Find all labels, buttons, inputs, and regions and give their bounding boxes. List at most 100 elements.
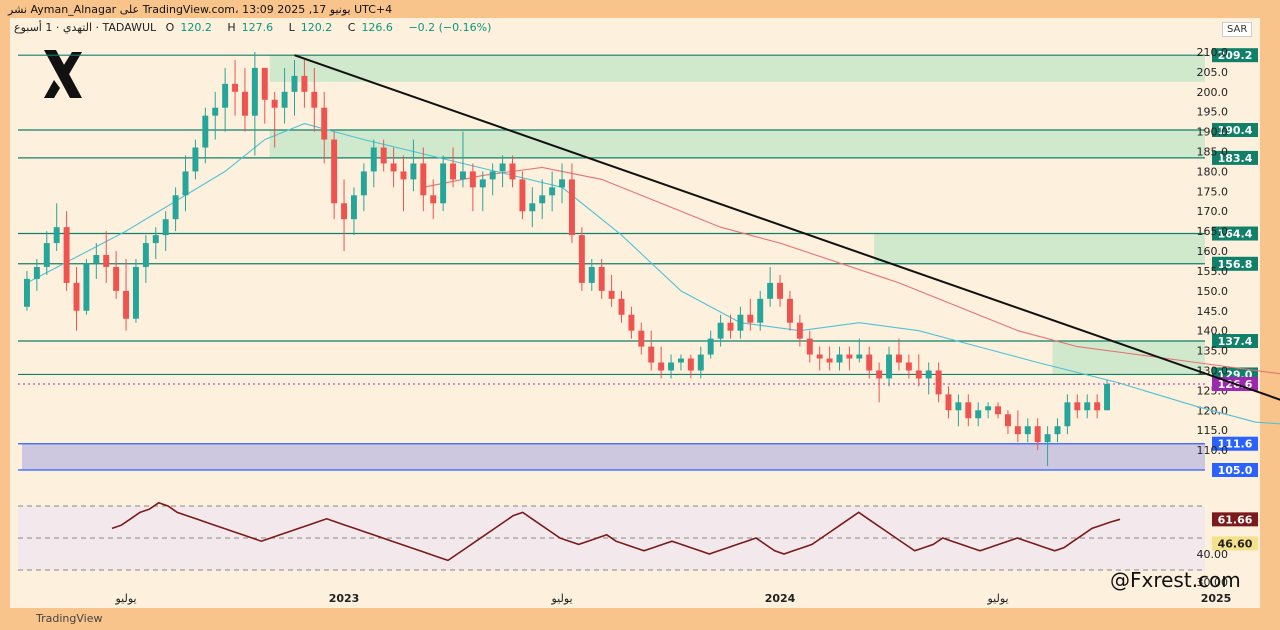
candle-body [261,67,268,100]
y-tick-label: 155.0 [1197,265,1229,278]
candle-body [400,171,407,180]
y-tick-label: 195.0 [1197,106,1229,119]
candle-body [727,322,734,331]
candle-body [23,278,30,307]
candle-body [212,107,219,116]
chart-svg: 209.2190.4183.4164.4156.8137.4129.0111.6… [18,46,1280,605]
candle-body [856,354,863,359]
candle-body [390,163,397,172]
candle-body [53,227,60,244]
candle-body [618,298,625,315]
candle-body [1004,414,1011,427]
candle-body [767,282,774,299]
candle-body [360,171,367,196]
y-tick-label: 200.0 [1197,86,1229,99]
candle-body [529,203,536,212]
candle-body [648,346,655,363]
candle-body [1034,426,1041,443]
candle-body [271,99,278,108]
candle-body [43,243,50,267]
candle-body [985,406,992,411]
candle-body [93,255,100,263]
chart-frame: نشر Ayman_Alnagar على TradingView.com، ي… [0,0,1280,630]
x-tick-label: 2024 [765,592,796,605]
candle-body [350,195,357,220]
candle-body [836,354,843,363]
candle-body [905,362,912,371]
candle-body [450,163,457,180]
candle-body [469,171,476,188]
candle-body [796,322,803,339]
candle-body [806,338,813,355]
candle-body [955,402,962,411]
candle-body [638,330,645,347]
candle-body [123,290,130,319]
candle-body [876,370,883,379]
candle-body [1064,402,1071,427]
candle-body [142,243,149,267]
y-tick-label: 135.0 [1197,345,1229,358]
candle-body [757,298,764,323]
y-tick-label: 205.0 [1197,66,1229,79]
y-tick-label: 175.0 [1197,185,1229,198]
candle-body [291,75,298,92]
y-tick-label: 190.0 [1197,126,1229,139]
candle-body [1094,402,1101,411]
candle-body [598,266,605,291]
candle-body [866,354,873,371]
y-tick-label: 180.0 [1197,165,1229,178]
candle-body [697,354,704,371]
y-tick-label: 150.0 [1197,285,1229,298]
y-tick-label: 160.0 [1197,245,1229,258]
candle-body [658,362,665,371]
candle-body [549,187,556,196]
y-tick-label: 210.0 [1197,46,1229,59]
candle-body [83,262,90,311]
candle-body [886,354,893,379]
candle-body [489,171,496,180]
candle-body [717,322,724,339]
candle-body [816,354,823,359]
candle-body [132,266,139,319]
candle-body [559,179,566,188]
zone-rect [269,130,1205,158]
candle-body [202,115,209,148]
candle-body [975,410,982,419]
candle-body [1074,402,1081,411]
candle-body [192,147,199,172]
candle-body [499,163,506,172]
candle-body [1054,426,1061,435]
candle-body [430,195,437,204]
ema-fast-line [26,123,1280,425]
candle-body [1024,426,1031,435]
zone-rect [269,55,1205,82]
candle-body [162,219,169,236]
candle-body [539,195,546,204]
support-tag-text: 105.0 [1218,464,1253,477]
candle-body [1084,402,1091,411]
candle-body [915,370,922,379]
candle-body [172,195,179,220]
candle-body [578,235,585,283]
y-tick-label: 140.0 [1197,325,1229,338]
candle-body [945,394,952,411]
candle-body [1044,434,1051,443]
candle-body [241,91,248,116]
candle-body [182,171,189,196]
candle-body [251,67,258,116]
candle-body [479,179,486,188]
tradingview-logo[interactable]: TradingView [36,612,102,625]
candle-body [677,358,684,363]
candle-body [370,147,377,172]
candle-body [113,266,120,291]
candle-body [380,147,387,164]
rsi-tag-text: 61.66 [1218,513,1253,526]
candle-body [281,91,288,108]
x-tick-label: 2023 [329,592,360,605]
candle-body [628,314,635,331]
candle-body [152,235,159,244]
candle-body [1104,384,1111,411]
candle-body [1014,426,1021,435]
candle-body [509,163,516,180]
candle-body [568,179,575,236]
